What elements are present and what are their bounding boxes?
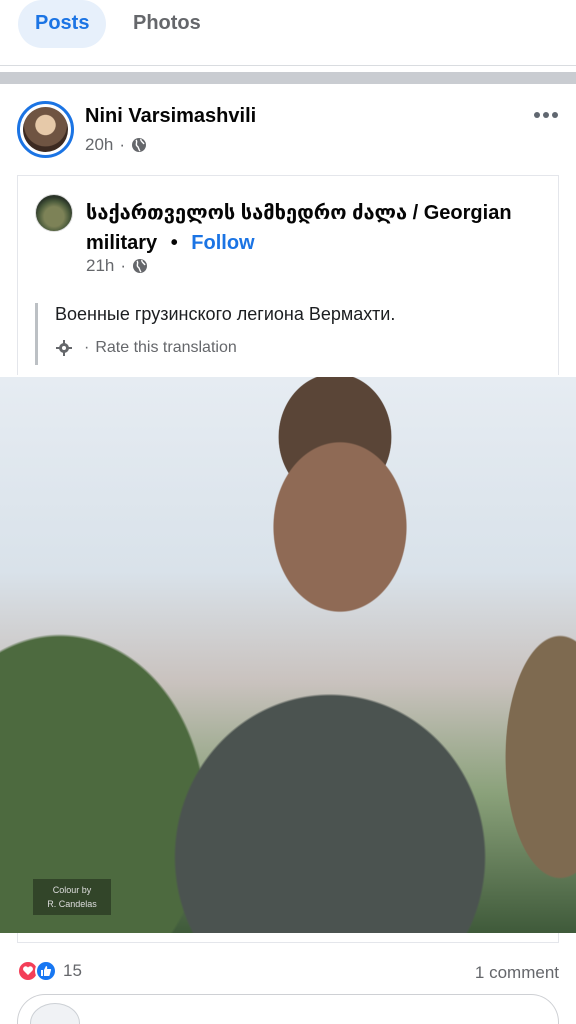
page-name[interactable]: საქართველოს სამხედრო ძალა / Georgian mil…	[86, 202, 512, 254]
post-meta: 20h ·	[85, 135, 147, 155]
commenter-avatar[interactable]	[30, 1003, 80, 1024]
globe-icon	[132, 138, 147, 152]
rate-translation-label[interactable]: Rate this translation	[95, 339, 236, 357]
gear-icon	[56, 340, 72, 356]
rate-translation[interactable]: · Rate this translation	[55, 339, 237, 357]
action-bar	[17, 994, 559, 1024]
post-text: Военные грузинского легиона Вермахти.	[55, 304, 396, 324]
avatar-image	[23, 107, 68, 152]
photo-credit-line1: Colour by	[52, 885, 92, 895]
meta-separator: ·	[119, 135, 126, 154]
like-reaction-icon	[35, 960, 57, 982]
page-header: საქართველოს სამხედრო ძალა / Georgian mil…	[86, 198, 526, 258]
photo-credit-line2: R. Candelas	[47, 899, 97, 909]
follow-button[interactable]: Follow	[191, 232, 254, 254]
post-card: Nini Varsimashvili 20h · საქართველოს სამ…	[0, 84, 576, 1024]
page-avatar[interactable]	[35, 194, 73, 232]
reactions-summary[interactable]: 15	[17, 960, 82, 982]
tab-posts[interactable]: Posts	[18, 0, 107, 48]
shared-meta: 21h ·	[86, 256, 148, 276]
shared-bottom-border	[17, 933, 559, 943]
follow-bullet: •	[170, 232, 178, 254]
profile-tabs: Posts Photos	[0, 0, 576, 66]
meta-separator: ·	[120, 256, 127, 275]
photo-credit: Colour by R. Candelas	[33, 879, 111, 915]
rate-separator: ·	[84, 339, 90, 356]
tab-photos[interactable]: Photos	[116, 0, 218, 48]
post-time[interactable]: 20h	[85, 135, 113, 155]
more-icon[interactable]	[533, 110, 559, 120]
post-photo[interactable]: Colour by R. Candelas	[0, 377, 576, 933]
quote-bar	[35, 303, 38, 365]
author-name[interactable]: Nini Varsimashvili	[85, 105, 256, 128]
globe-icon	[133, 259, 148, 273]
shared-time[interactable]: 21h	[86, 256, 114, 276]
reaction-count: 15	[63, 961, 82, 980]
comments-count[interactable]: 1 comment	[475, 963, 559, 983]
shared-post[interactable]: საქართველოს სამხედრო ძალა / Georgian mil…	[17, 175, 559, 375]
section-separator	[0, 72, 576, 84]
author-avatar[interactable]	[17, 101, 74, 158]
